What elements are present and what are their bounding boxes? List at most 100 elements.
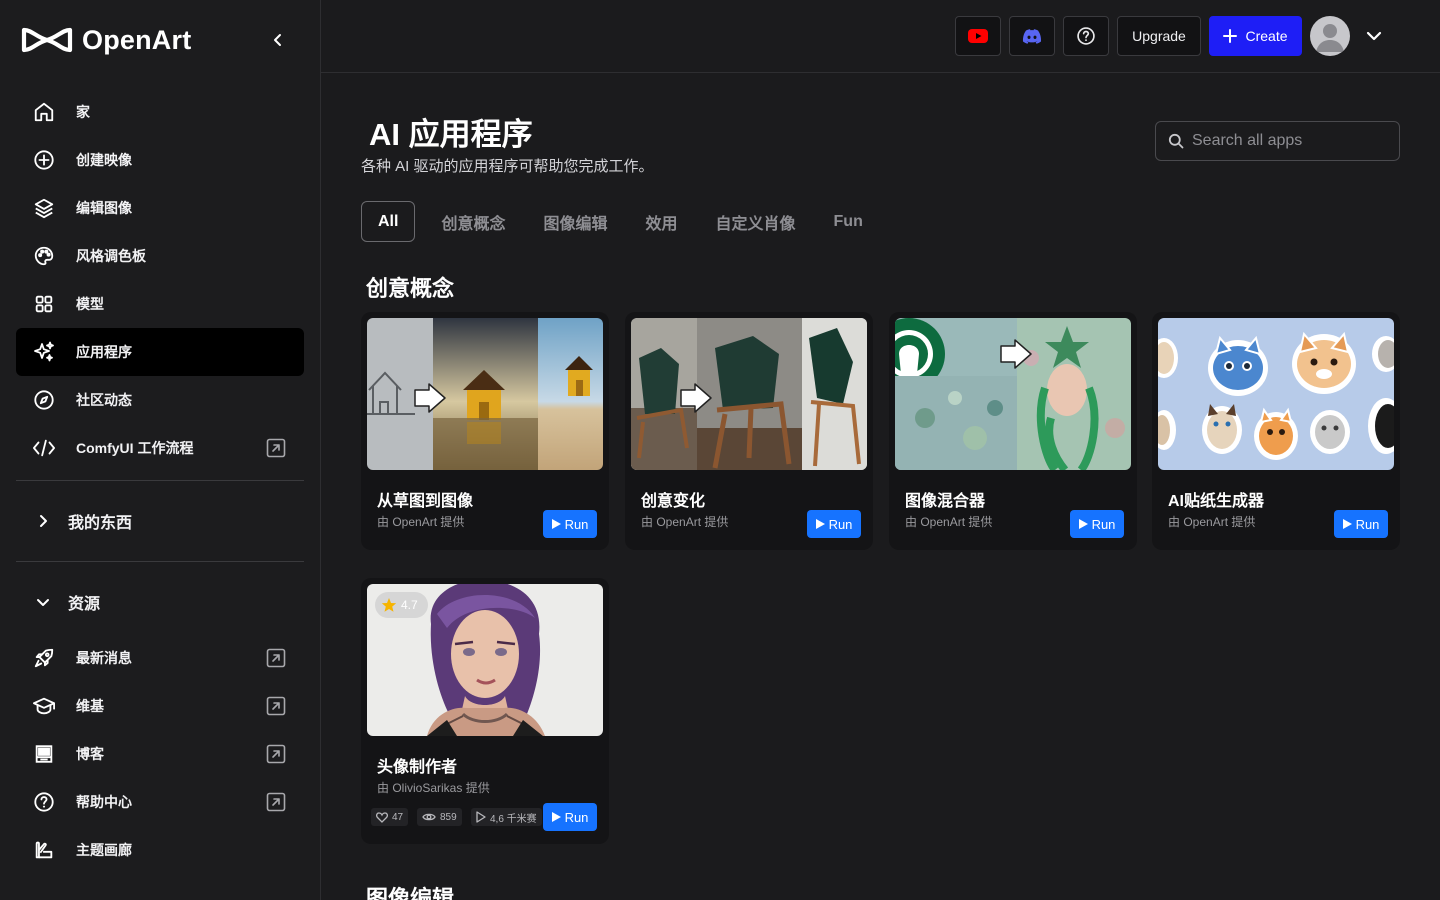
views-stat: 859 xyxy=(417,808,462,826)
sidebar-item-label: 主题画廊 xyxy=(76,842,132,858)
app-thumbnail xyxy=(895,318,1131,470)
run-button[interactable]: Run xyxy=(543,510,597,538)
runs-stat: 4,6 千米赛 xyxy=(471,808,542,826)
run-button-label: Run xyxy=(828,516,853,532)
blog-icon xyxy=(32,742,56,766)
discord-button[interactable] xyxy=(1009,16,1055,56)
run-button-label: Run xyxy=(1355,516,1380,532)
sidebar-item-models[interactable]: 模型 xyxy=(16,280,304,328)
app-card-title: 图像混合器 xyxy=(905,493,986,510)
sidebar-divider xyxy=(16,480,304,481)
likes-stat: 47 xyxy=(371,808,409,826)
external-link-icon xyxy=(266,696,286,716)
play-icon xyxy=(815,519,825,529)
run-button[interactable]: Run xyxy=(807,510,861,538)
account-menu-chevron[interactable] xyxy=(1364,26,1384,46)
search-input[interactable] xyxy=(1192,132,1382,150)
sidebar-item-apps[interactable]: 应用程序 xyxy=(16,328,304,376)
sidebar-item-style-palette[interactable]: 风格调色板 xyxy=(16,232,304,280)
rating-badge: 4.7 xyxy=(375,592,428,618)
sidebar-item-edit-image[interactable]: 编辑图像 xyxy=(16,184,304,232)
graduation-cap-icon xyxy=(32,694,56,718)
brand-logo[interactable]: OpenArt xyxy=(20,22,191,58)
sidebar-item-help-center[interactable]: 帮助中心 xyxy=(16,778,304,826)
upgrade-button[interactable]: Upgrade xyxy=(1117,16,1201,56)
youtube-icon xyxy=(968,29,988,43)
brand-name: OpenArt xyxy=(82,24,192,55)
sidebar-item-latest-news[interactable]: 最新消息 xyxy=(16,634,304,682)
sidebar-item-label: 应用程序 xyxy=(76,344,132,360)
sidebar-item-label: 帮助中心 xyxy=(76,794,132,810)
sidebar-item-theme-gallery[interactable]: 主题画廊 xyxy=(16,826,304,874)
star-icon xyxy=(381,598,397,612)
external-link-icon xyxy=(266,744,286,764)
sidebar-item-label: 社区动态 xyxy=(76,392,132,408)
my-stuff-toggle[interactable]: 我的东西 xyxy=(16,501,304,541)
search-icon xyxy=(1168,133,1184,149)
sidebar-item-wiki[interactable]: 维基 xyxy=(16,682,304,730)
resources-label: 资源 xyxy=(68,596,101,613)
main-content: AI 应用程序 各种 AI 驱动的应用程序可帮助您完成工作。 All 创意概念 … xyxy=(321,73,1440,900)
app-card-avatar-maker[interactable]: 4.7 头像制作者 由 OlivioSarikas 提供 47 859 4,6 … xyxy=(361,578,609,844)
youtube-button[interactable] xyxy=(955,16,1001,56)
tab-image-editing[interactable]: 图像编辑 xyxy=(525,201,625,242)
runs-count: 4,6 千米赛 xyxy=(490,813,537,825)
page-title: AI 应用程序 xyxy=(369,117,533,152)
grid-icon xyxy=(32,292,56,316)
app-thumbnail xyxy=(631,318,867,470)
app-card-creative-variation[interactable]: 创意变化 由 OpenArt 提供 Run xyxy=(625,312,873,550)
plus-circle-icon xyxy=(32,148,56,172)
create-button[interactable]: Create xyxy=(1209,16,1302,56)
help-circle-icon xyxy=(1077,27,1095,45)
app-thumbnail: 4.7 xyxy=(367,584,603,736)
sidebar-item-label: 最新消息 xyxy=(76,650,132,666)
play-icon xyxy=(551,519,561,529)
app-thumbnail xyxy=(367,318,603,470)
help-button[interactable] xyxy=(1063,16,1109,56)
avatar[interactable] xyxy=(1310,16,1350,56)
tab-creative-concepts[interactable]: 创意概念 xyxy=(423,201,523,242)
run-button-label: Run xyxy=(564,809,589,825)
sidebar: OpenArt 家 创建映像 编辑图像 风格调色板 模型 应用程序 社区动态 C… xyxy=(0,0,321,900)
compass-icon xyxy=(32,388,56,412)
sidebar-item-comfyui-workflows[interactable]: ComfyUI 工作流程 xyxy=(16,424,304,472)
views-count: 859 xyxy=(440,811,457,823)
code-icon xyxy=(32,436,56,460)
openart-logo-icon xyxy=(21,27,73,53)
sidebar-item-home[interactable]: 家 xyxy=(16,88,304,136)
sidebar-item-create-image[interactable]: 创建映像 xyxy=(16,136,304,184)
app-thumbnail xyxy=(1158,318,1394,470)
page-subtitle: 各种 AI 驱动的应用程序可帮助您完成工作。 xyxy=(361,158,654,175)
layers-icon xyxy=(32,196,56,220)
resources-toggle[interactable]: 资源 xyxy=(16,582,304,622)
chevron-down-icon xyxy=(34,593,52,611)
run-button-label: Run xyxy=(564,516,589,532)
chevron-right-icon xyxy=(34,512,52,530)
external-link-icon xyxy=(266,438,286,458)
run-button[interactable]: Run xyxy=(1334,510,1388,538)
collapse-sidebar-button[interactable] xyxy=(264,26,292,54)
app-card-sketch-to-image[interactable]: 从草图到图像 由 OpenArt 提供 Run xyxy=(361,312,609,550)
sidebar-nav: 家 创建映像 编辑图像 风格调色板 模型 应用程序 社区动态 ComfyUI 工… xyxy=(16,88,304,472)
rating-value: 4.7 xyxy=(401,598,418,612)
sidebar-item-blog[interactable]: 博客 xyxy=(16,730,304,778)
tab-fun[interactable]: Fun xyxy=(816,201,881,242)
search-box[interactable] xyxy=(1155,121,1400,161)
app-card-image-mixer[interactable]: 图像混合器 由 OpenArt 提供 Run xyxy=(889,312,1137,550)
run-button[interactable]: Run xyxy=(543,803,597,831)
sidebar-item-community-feed[interactable]: 社区动态 xyxy=(16,376,304,424)
run-button[interactable]: Run xyxy=(1070,510,1124,538)
sidebar-divider xyxy=(16,561,304,562)
tab-all[interactable]: All xyxy=(361,201,416,242)
sidebar-item-label: 家 xyxy=(76,104,90,120)
help-circle-icon xyxy=(32,790,56,814)
tab-custom-portrait[interactable]: 自定义肖像 xyxy=(698,201,814,242)
top-bar: Upgrade Create xyxy=(321,0,1440,73)
play-outline-icon xyxy=(476,811,486,823)
section-title: 创意概念 xyxy=(366,276,455,301)
app-card-ai-sticker-generator[interactable]: AI贴纸生成器 由 OpenArt 提供 Run xyxy=(1152,312,1400,550)
heart-icon xyxy=(376,811,388,823)
tab-utility[interactable]: 效用 xyxy=(627,201,695,242)
rocket-icon xyxy=(32,646,56,670)
app-card-author: 由 OpenArt 提供 xyxy=(905,515,993,529)
